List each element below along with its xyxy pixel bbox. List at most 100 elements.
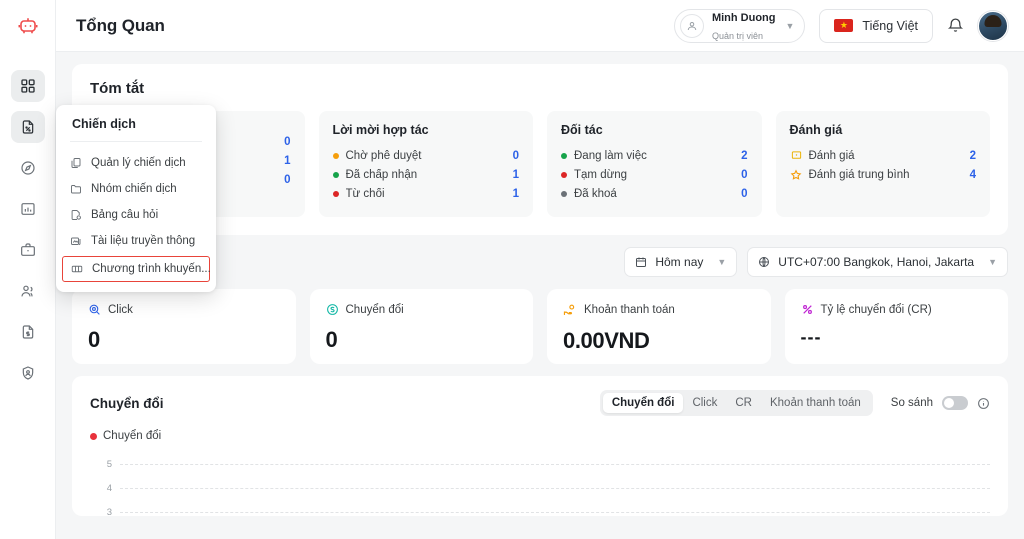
y-axis-tick: 5: [106, 458, 112, 470]
sidebar-item-campaign[interactable]: [10, 111, 45, 143]
dashboard-app: Tổng Quan Minh Duong Quản trị viên ▼ ★ T…: [0, 0, 1024, 539]
date-range-label: Hôm nay: [655, 255, 704, 269]
calendar-icon: [635, 256, 647, 268]
kpi-value: 0: [88, 327, 100, 352]
chart-header: Chuyển đổi Chuyển đổi Click CR Khoản tha…: [90, 390, 990, 416]
menu-item-campaign-group[interactable]: Nhóm chiến dịch: [56, 176, 216, 202]
menu-item-promotion-program[interactable]: Chương trình khuyến...: [62, 256, 211, 282]
summary-card-title: Đối tác: [561, 123, 603, 137]
menu-item-campaign-management[interactable]: Quản lý chiến dịch: [56, 150, 216, 176]
compare-control: So sánh: [891, 396, 990, 410]
y-axis-tick: 3: [106, 506, 112, 518]
summary-row-value: 0: [741, 168, 748, 181]
chevron-down-icon: ▼: [785, 20, 795, 31]
tab-conversion[interactable]: Chuyển đổi: [602, 393, 684, 413]
menu-item-media-library[interactable]: Tài liệu truyền thông: [56, 228, 216, 254]
summary-row-label: Đã khoá: [574, 187, 617, 200]
compass-icon: [20, 161, 35, 175]
tab-click[interactable]: Click: [683, 393, 726, 413]
language-label: Tiếng Việt: [862, 18, 918, 33]
sidebar-item-finance[interactable]: [11, 234, 45, 266]
timezone-select[interactable]: UTC+07:00 Bangkok, Hanoi, Jakarta ▼: [747, 247, 1008, 277]
account-text: Minh Duong Quản trị viên: [712, 8, 776, 43]
bar-chart-icon: [20, 203, 35, 215]
sidebar-item-partners[interactable]: [11, 275, 45, 307]
sidebar-item-dashboard[interactable]: [10, 70, 45, 102]
kpi-card-click: Click 0: [72, 289, 296, 364]
left-sidebar: [0, 0, 56, 539]
summary-row-label: Chờ phê duyệt: [345, 149, 422, 162]
summary-row-value: 0: [284, 173, 291, 186]
conversion-refresh-icon: [326, 303, 339, 316]
info-circle-icon[interactable]: [977, 397, 990, 410]
star-icon: [790, 169, 803, 181]
summary-row-label: Đang làm việc: [574, 149, 647, 162]
kpi-header: Khoản thanh toán: [563, 303, 755, 317]
chart-toolbar: Chuyển đổi Click CR Khoản thanh toán So …: [599, 390, 990, 416]
summary-row: Đánh giá trung bình 4: [790, 165, 976, 184]
summary-row-label: Đã chấp nhận: [345, 168, 418, 181]
summary-row: Đánh giá 2: [790, 146, 976, 165]
chart-title: Chuyển đổi: [90, 395, 164, 411]
grid-icon: [20, 79, 35, 93]
file-question-icon: [70, 209, 83, 221]
summary-row: Chờ phê duyệt 0: [332, 146, 519, 165]
kpi-header: Tỷ lệ chuyển đổi (CR): [801, 303, 993, 316]
tab-payment[interactable]: Khoản thanh toán: [761, 393, 870, 413]
kpi-value: 0.00VND: [563, 328, 650, 353]
kpi-label: Chuyển đổi: [345, 303, 404, 316]
chart-plot-area: 5 4 3: [90, 452, 990, 518]
summary-row-label: Đánh giá: [808, 149, 855, 162]
account-role: Quản trị viên: [711, 30, 763, 41]
kpi-card-cr: Tỷ lệ chuyển đổi (CR) ---: [784, 289, 1008, 364]
chart-gridline-row: 4: [90, 476, 990, 500]
summary-card-reviews: Đánh giá Đánh giá 2 Đánh giá trung bình …: [775, 111, 990, 217]
campaign-dropdown-menu: Chiến dịch Quản lý chiến dịch Nhóm chiến…: [56, 105, 216, 292]
sidebar-item-security[interactable]: [11, 357, 45, 389]
bell-icon[interactable]: [947, 17, 964, 34]
kpi-value: 0: [325, 327, 338, 352]
summary-row: Đã khoá 0: [561, 184, 748, 203]
chart-gridline-row: 5: [90, 452, 990, 476]
menu-item-label: Chương trình khuyến...: [92, 263, 211, 275]
account-switcher[interactable]: Minh Duong Quản trị viên ▼: [673, 8, 806, 43]
avatar[interactable]: [978, 10, 1008, 41]
sidebar-item-invoices[interactable]: [11, 316, 45, 348]
robot-logo-icon: [18, 18, 37, 34]
document-dollar-icon: [22, 325, 33, 339]
chevron-down-icon: ▼: [717, 257, 727, 267]
menu-item-questionnaire[interactable]: Bảng câu hỏi: [56, 202, 216, 228]
summary-card-title: Lời mời hợp tác: [332, 123, 429, 137]
date-range-select[interactable]: Hôm nay ▼: [624, 247, 738, 277]
folder-icon: [70, 183, 83, 195]
chart-gridline-row: 3: [90, 500, 990, 524]
shield-user-icon: [22, 366, 33, 380]
status-dot: [561, 190, 567, 197]
status-dot: [332, 152, 339, 159]
summary-row: Đã chấp nhận 1: [332, 165, 519, 184]
conversion-chart-card: Chuyển đổi Chuyển đổi Click CR Khoản tha…: [72, 376, 1008, 518]
compare-toggle[interactable]: [942, 396, 968, 410]
dropdown-title: Chiến dịch: [72, 117, 136, 131]
header-actions: Minh Duong Quản trị viên ▼ ★ Tiếng Việt: [673, 8, 1008, 43]
gridline: [120, 463, 990, 465]
sidebar-item-reports[interactable]: [11, 193, 45, 225]
timezone-label: UTC+07:00 Bangkok, Hanoi, Jakarta: [778, 255, 975, 269]
review-box-icon: [790, 150, 803, 161]
tab-cr[interactable]: CR: [726, 393, 761, 413]
summary-row: Đang làm việc 2: [561, 146, 748, 165]
summary-row-value: 2: [969, 149, 976, 162]
dropdown-divider: [70, 141, 202, 142]
kpi-label: Khoản thanh toán: [584, 304, 675, 316]
file-percent-icon: [22, 120, 33, 134]
menu-item-label: Tài liệu truyền thông: [91, 235, 196, 247]
summary-card-title: Đánh giá: [789, 123, 843, 137]
menu-item-label: Bảng câu hỏi: [91, 209, 159, 221]
app-logo[interactable]: [0, 0, 56, 52]
sidebar-item-discover[interactable]: [11, 152, 45, 184]
summary-card-partners: Đối tác Đang làm việc 2 Tạm dừng 0 Đã kh…: [547, 111, 762, 217]
percent-icon: [801, 303, 814, 316]
language-selector[interactable]: ★ Tiếng Việt: [819, 8, 933, 43]
gridline: [120, 487, 990, 489]
top-header: Tổng Quan Minh Duong Quản trị viên ▼ ★ T…: [56, 0, 1024, 52]
